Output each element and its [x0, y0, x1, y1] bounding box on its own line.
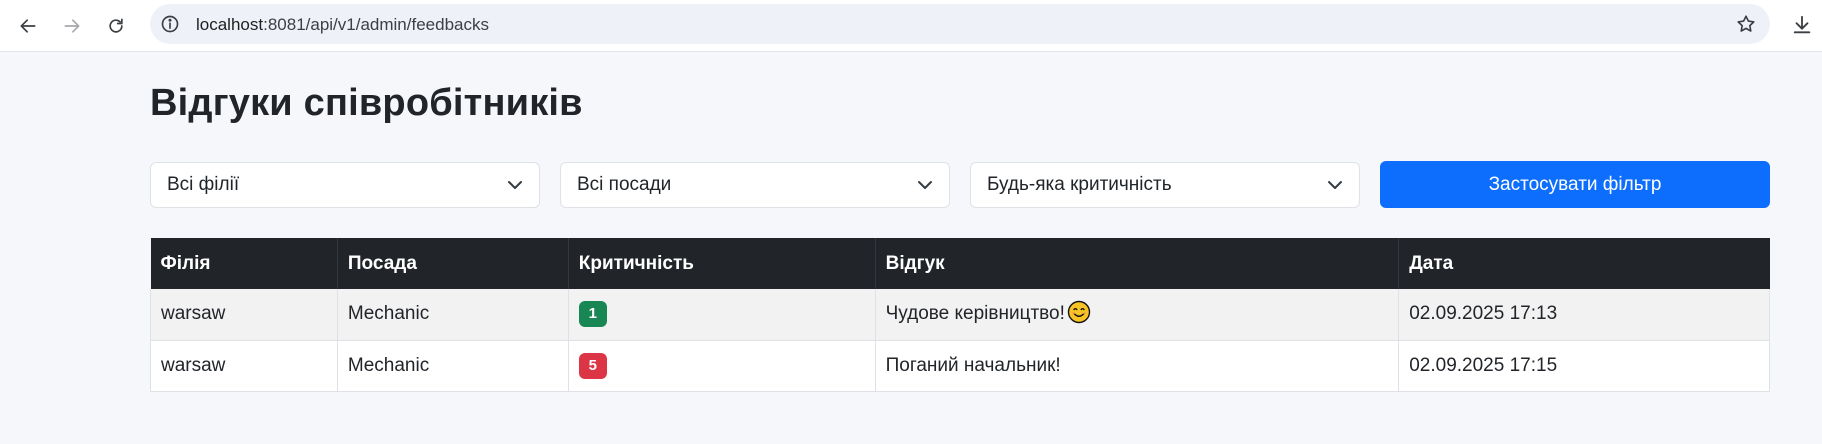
cell-date: 02.09.2025 17:15 — [1398, 340, 1770, 392]
table-row: warsaw Mechanic 1 Чудове керівництво! 02… — [150, 289, 1770, 341]
cell-feedback: Поганий начальник! — [875, 340, 1400, 392]
column-header-branch: Філія — [150, 238, 338, 289]
bookmark-button[interactable] — [1732, 10, 1760, 38]
criticality-filter-value: Будь-яка критичність — [987, 174, 1172, 195]
chevron-down-icon — [918, 181, 932, 189]
page-title: Відгуки співробітників — [150, 82, 583, 124]
column-header-date: Дата — [1398, 238, 1770, 289]
forward-button[interactable] — [54, 8, 90, 44]
download-icon — [1793, 15, 1811, 34]
feedback-text: Чудове керівництво! — [885, 303, 1065, 325]
url-text[interactable]: localhost:8081/api/v1/admin/feedbacks — [196, 15, 489, 35]
cell-feedback: Чудове керівництво! — [875, 289, 1400, 341]
column-header-feedback: Відгук — [875, 238, 1400, 289]
reload-button[interactable] — [98, 8, 134, 44]
cell-criticality: 5 — [568, 340, 876, 392]
feedbacks-table: Філія Посада Критичність Відгук Дата war… — [150, 238, 1770, 392]
cell-criticality: 1 — [568, 289, 876, 341]
branch-filter-select[interactable]: Всі філії — [150, 162, 540, 208]
download-button[interactable] — [1790, 12, 1814, 38]
apply-filter-button[interactable]: Застосувати фільтр — [1380, 161, 1770, 208]
criticality-filter-select[interactable]: Будь-яка критичність — [970, 162, 1360, 208]
feedback-text: Поганий начальник! — [885, 354, 1061, 376]
position-filter-select[interactable]: Всі посади — [560, 162, 950, 208]
chevron-down-icon — [1328, 181, 1342, 189]
reload-icon — [109, 18, 123, 33]
star-icon — [1737, 15, 1755, 32]
column-header-criticality: Критичність — [568, 238, 876, 289]
criticality-badge: 5 — [578, 352, 607, 379]
browser-toolbar: localhost:8081/api/v1/admin/feedbacks — [0, 0, 1822, 52]
cell-position: Mechanic — [337, 289, 569, 341]
position-filter-value: Всі посади — [577, 174, 672, 195]
site-info-button[interactable] — [160, 14, 180, 34]
branch-filter-value: Всі філії — [167, 174, 240, 195]
back-arrow-icon — [20, 19, 36, 33]
forward-arrow-icon — [64, 19, 80, 33]
cell-date: 02.09.2025 17:13 — [1398, 289, 1770, 341]
url-path: :8081/api/v1/admin/feedbacks — [263, 15, 489, 34]
table-row: warsaw Mechanic 5 Поганий начальник! 02.… — [150, 340, 1770, 392]
back-button[interactable] — [10, 8, 46, 44]
cell-branch: warsaw — [150, 289, 338, 341]
chevron-down-icon — [508, 181, 522, 189]
address-bar[interactable]: localhost:8081/api/v1/admin/feedbacks — [150, 4, 1770, 44]
cell-branch: warsaw — [150, 340, 338, 392]
criticality-badge: 1 — [578, 301, 607, 328]
info-icon — [161, 15, 179, 33]
table-header-row: Філія Посада Критичність Відгук Дата — [150, 238, 1770, 289]
smiling-face-icon — [1067, 301, 1091, 324]
column-header-position: Посада — [337, 238, 569, 289]
cell-position: Mechanic — [337, 340, 569, 392]
url-host: localhost — [196, 15, 264, 34]
